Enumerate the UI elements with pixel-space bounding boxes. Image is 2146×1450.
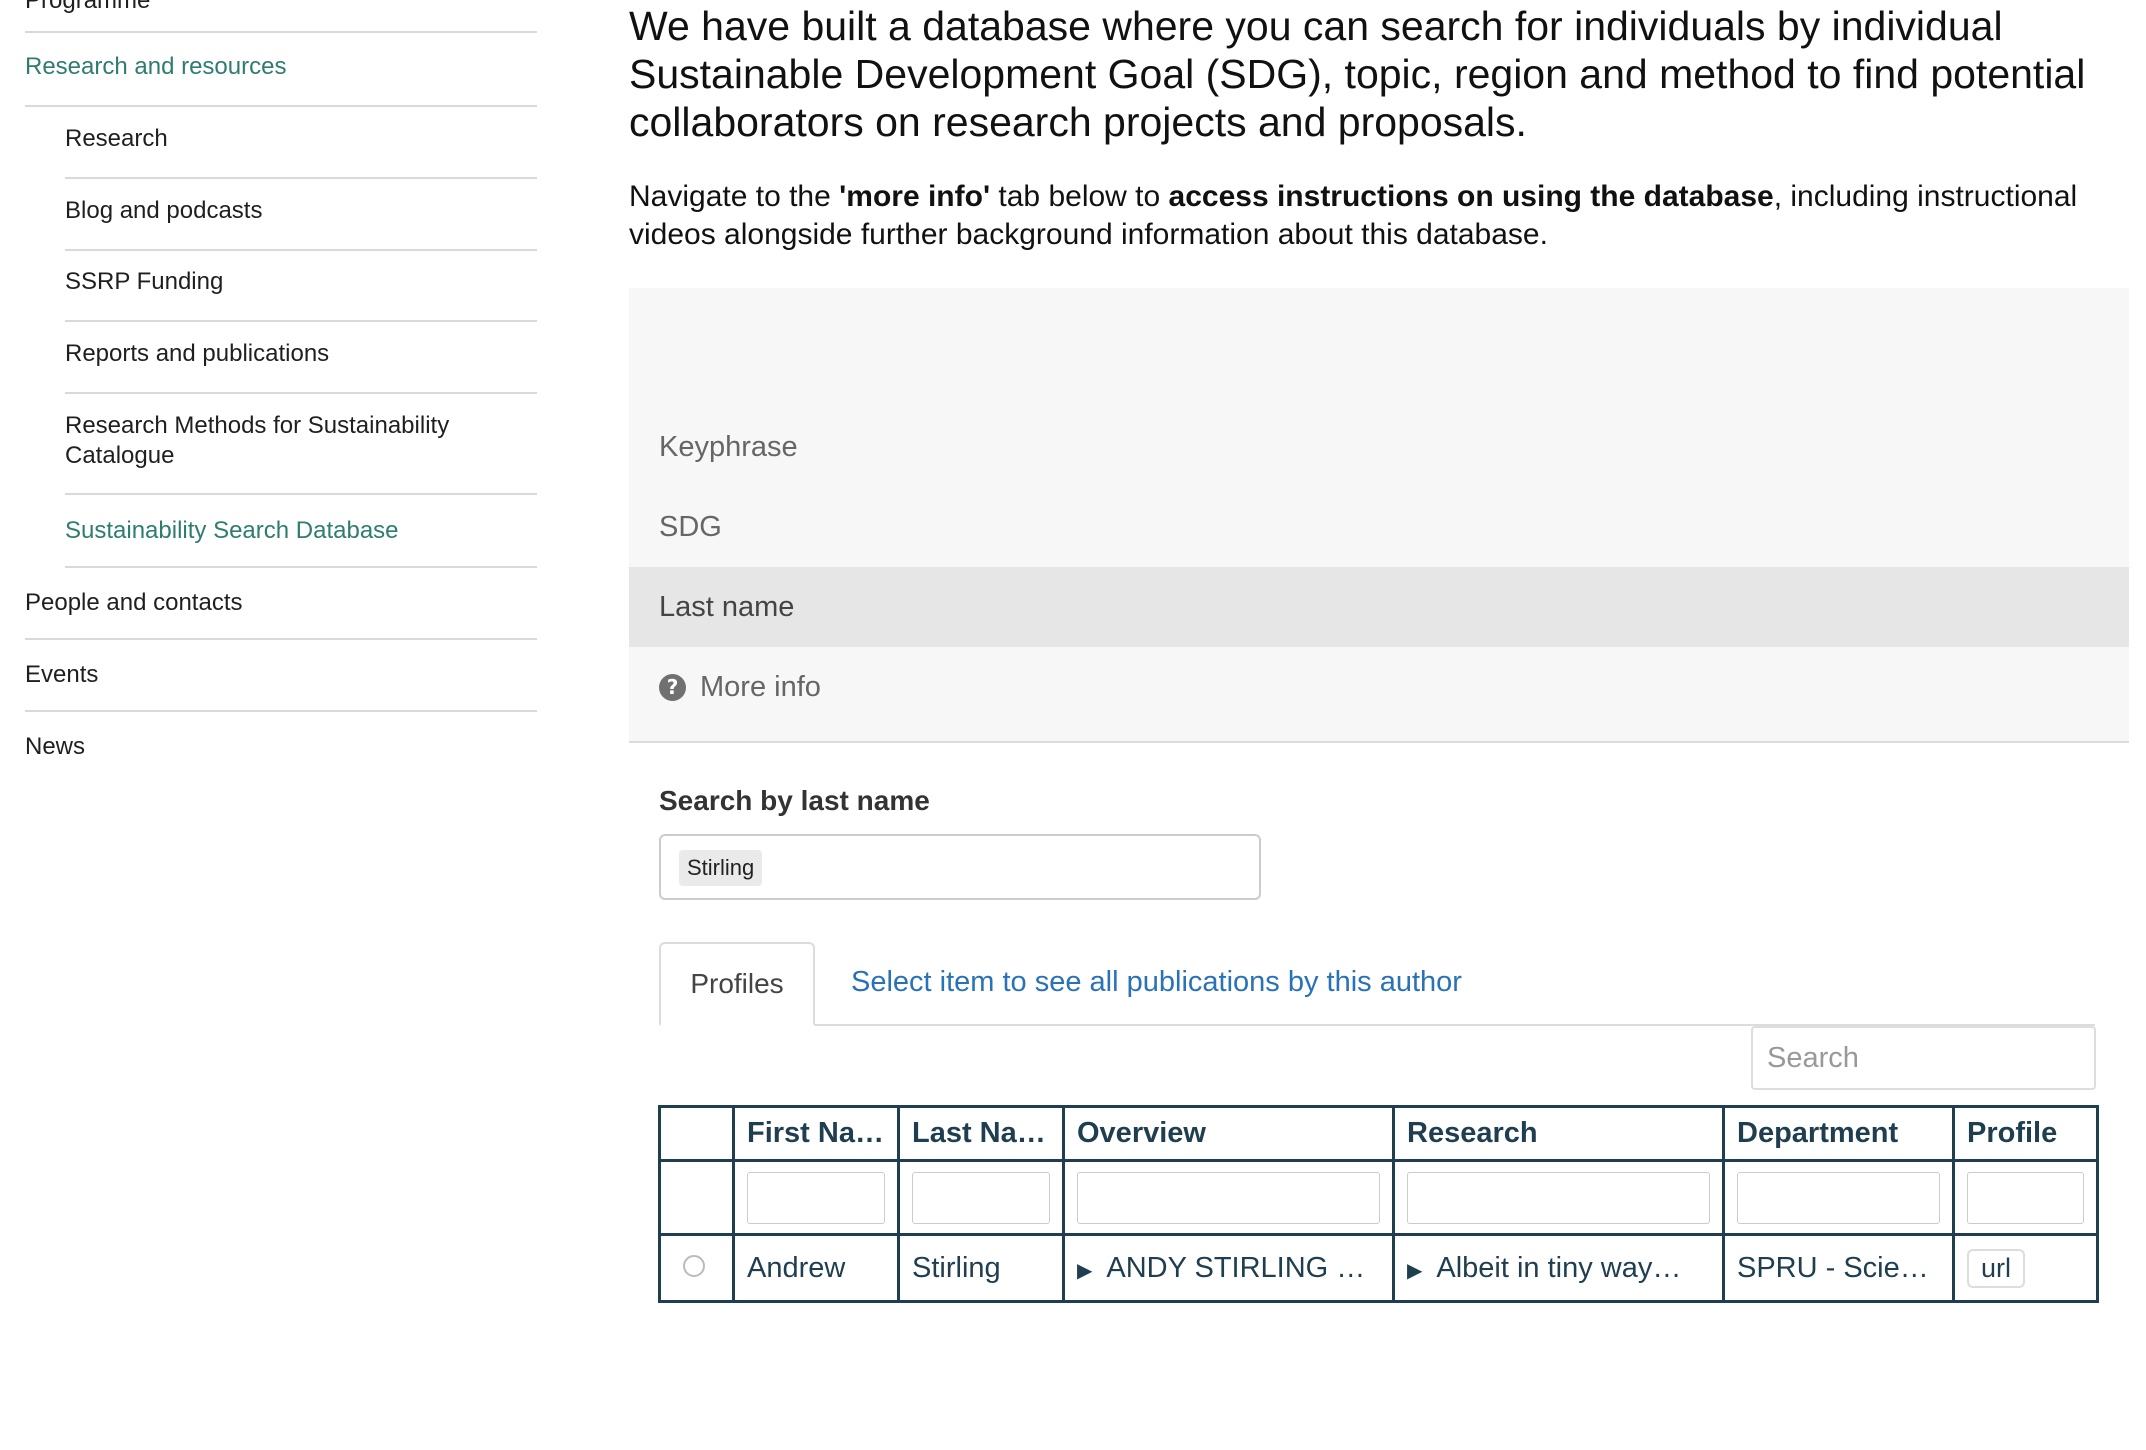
cell-department: SPRU - Scien… [1722,1233,1955,1303]
filter-first-name-input[interactable] [747,1171,885,1224]
sidebar-item-label: Programme [25,0,151,14]
cell-last-name: Stirling [897,1233,1065,1303]
search-label: Search by last name [659,785,930,816]
panel-item-last-name[interactable]: Last name [629,567,2129,647]
column-header-research[interactable]: Research [1392,1105,1725,1162]
instructions-note: Navigate to the 'more info' tab below to… [629,178,2109,254]
filter-cell [732,1159,900,1236]
column-header-select [658,1105,735,1162]
filter-cell [1952,1159,2099,1236]
filter-cell [897,1159,1065,1236]
sidebar-item-programme[interactable]: Programme [25,0,537,33]
note-access: access instructions on using the databas… [1168,180,1774,213]
filter-cell-select [658,1159,735,1236]
question-circle-icon: ? [659,673,686,701]
sidebar-item-reports-and-publications[interactable]: Reports and publications [65,339,537,394]
note-more-info: 'more info' [839,180,991,213]
sidebar-item-research[interactable]: Research [65,124,537,179]
row-select-cell [658,1233,735,1303]
filter-row [658,1159,2099,1236]
sidebar-item-label: Research [65,125,168,152]
sidebar-item-label: SSRP Funding [65,268,224,295]
row-radio-button[interactable] [683,1254,705,1277]
overview-text: ANDY STIRLING … [1106,1251,1366,1284]
tab-profiles[interactable]: Profiles [659,942,815,1026]
filter-cell [1722,1159,1955,1236]
note-middle: tab below to [990,180,1169,213]
selected-value-chip[interactable]: Stirling [679,850,763,886]
profiles-table: First Na… Last Na… Overview Research Dep… [658,1105,2099,1303]
cell-overview[interactable]: ▶ ANDY STIRLING … [1062,1233,1395,1303]
column-header-department[interactable]: Department [1722,1105,1955,1162]
sidebar-item-sustainability-search-database[interactable]: Sustainability Search Database [65,516,537,568]
note-prefix: Navigate to the [629,180,840,213]
sidebar-item-label: Research Methods for Sustainability Cata… [65,412,450,469]
table-row[interactable]: Andrew Stirling ▶ ANDY STIRLING … ▶ Albeit… [658,1233,2099,1303]
filter-last-name-input[interactable] [912,1171,1050,1224]
last-name-select[interactable]: Stirling [659,834,1261,900]
sidebar-item-events[interactable]: Events [25,660,537,712]
sidebar-item-blog-and-podcasts[interactable]: Blog and podcasts [65,196,537,251]
sidebar-item-label: Events [25,661,99,688]
research-text: Albeit in tiny way… [1436,1251,1682,1284]
filter-cell [1392,1159,1725,1236]
sidebar-item-label: Research and resources [25,53,287,80]
panel-item-more-info[interactable]: ? More info [629,647,2129,727]
sidebar-item-research-and-resources[interactable]: Research and resources [25,52,537,107]
table-search-input[interactable] [1751,1026,2096,1090]
sidebar-item-people-and-contacts[interactable]: People and contacts [25,588,537,640]
column-header-profile[interactable]: Profile [1952,1105,2099,1162]
expand-triangle-icon[interactable]: ▶ [1407,1260,1422,1282]
panel-item-sdg[interactable]: SDG [629,487,2129,567]
sidebar-item-label: Reports and publications [65,340,330,367]
filter-department-input[interactable] [1737,1171,1940,1224]
sidebar-item-label: Blog and podcasts [65,197,263,224]
sidebar-item-research-methods[interactable]: Research Methods for Sustainability Cata… [65,411,537,495]
tab-publications[interactable]: Select item to see all publications by t… [851,966,1462,999]
cell-profile: url [1952,1233,2099,1303]
sidebar-item-label: News [25,733,86,760]
panel-item-label: Keyphrase [659,430,798,463]
filter-overview-input[interactable] [1077,1171,1380,1224]
cell-first-name: Andrew [732,1233,900,1303]
panel-item-label: More info [700,670,821,703]
panel-item-label: Last name [659,590,795,623]
sidebar-item-label: Sustainability Search Database [65,517,399,544]
filter-research-input[interactable] [1407,1171,1710,1224]
column-header-overview[interactable]: Overview [1062,1105,1395,1162]
cell-research[interactable]: ▶ Albeit in tiny way… [1392,1233,1725,1303]
column-header-first-name[interactable]: First Na… [732,1105,900,1162]
profile-url-button[interactable]: url [1967,1248,2026,1288]
intro-text: We have built a database where you can s… [629,3,2086,145]
sidebar-item-label: People and contacts [25,589,243,616]
sidebar-item-news[interactable]: News [25,732,537,772]
panel-item-keyphrase[interactable]: Keyphrase [629,407,2129,487]
expand-triangle-icon[interactable]: ▶ [1077,1260,1092,1282]
panel-item-label: SDG [659,510,722,543]
sidebar-item-ssrp-funding[interactable]: SSRP Funding [65,267,537,322]
filter-profile-input[interactable] [1967,1171,2084,1224]
filter-cell [1062,1159,1395,1236]
column-header-last-name[interactable]: Last Na… [897,1105,1065,1162]
filter-panel: Keyphrase SDG Last name ? More info [629,288,2129,743]
